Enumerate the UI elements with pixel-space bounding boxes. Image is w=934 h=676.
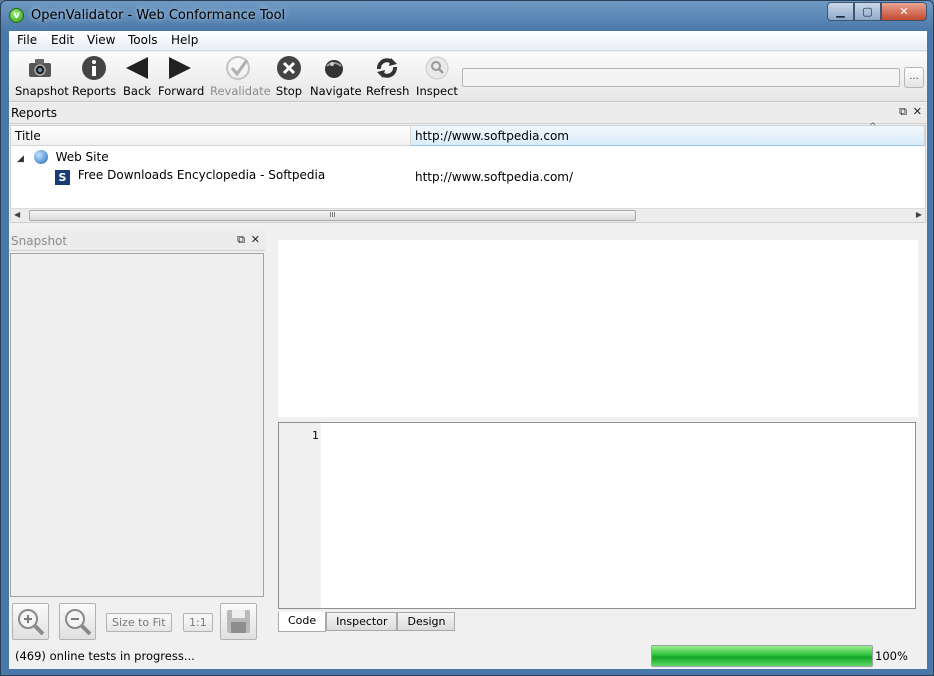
code-editor[interactable]: 1 — [278, 422, 916, 609]
tree-row[interactable]: ◢ Web Site — [17, 150, 417, 168]
refresh-button[interactable]: Refresh — [366, 55, 409, 101]
more-button[interactable]: ... — [904, 67, 924, 88]
close-panel-icon[interactable]: ✕ — [913, 105, 922, 118]
sort-ascending-icon: ^ — [869, 122, 877, 132]
collapse-arrow-icon[interactable]: ◢ — [17, 154, 24, 164]
globe-icon — [33, 150, 48, 164]
zoom-in-icon — [18, 609, 45, 636]
progress-fill — [652, 646, 872, 666]
reports-title: Reports — [11, 106, 58, 120]
menu-file[interactable]: File — [17, 33, 37, 47]
url-input[interactable] — [462, 68, 900, 87]
back-button[interactable]: Back — [122, 55, 152, 101]
forward-arrow-icon — [167, 55, 193, 81]
back-arrow-icon — [124, 55, 150, 81]
view-tabs: Code Inspector Design — [278, 612, 456, 632]
zoom-out-button[interactable] — [59, 603, 96, 640]
line-number-gutter: 1 — [279, 423, 321, 608]
app-logo-icon: v — [9, 8, 24, 23]
progress-label: 100% — [875, 649, 908, 663]
snapshot-header: Snapshot ⧉ ✕ — [9, 231, 265, 251]
maximize-button[interactable]: ▢ — [854, 2, 881, 21]
progress-bar — [651, 645, 873, 667]
navigate-button[interactable]: Navigate — [310, 55, 362, 101]
scrollbar-thumb[interactable]: III — [29, 210, 636, 221]
save-snapshot-button[interactable] — [220, 603, 257, 640]
status-bar: (469) online tests in progress... 100% — [9, 643, 927, 667]
revalidate-button[interactable]: Revalidate — [210, 55, 271, 101]
zoom-controls: Size to Fit 1:1 — [9, 603, 269, 641]
tab-design[interactable]: Design — [397, 612, 456, 631]
status-message: (469) online tests in progress... — [15, 649, 195, 663]
reports-panel: Reports ⧉ ✕ Title http://www.softpedia.c… — [9, 103, 927, 225]
inspect-button[interactable]: Inspect — [416, 55, 458, 101]
save-disk-icon — [227, 610, 250, 633]
horizontal-scrollbar[interactable]: ◀ III ▶ — [11, 208, 925, 222]
scroll-left-icon[interactable]: ◀ — [14, 210, 20, 219]
actual-size-button[interactable]: 1:1 — [183, 613, 213, 632]
menu-view[interactable]: View — [87, 33, 115, 47]
toolbar: Snapshot Reports Back Forward Revalidate… — [9, 52, 927, 102]
window-title: OpenValidator - Web Conformance Tool — [31, 8, 286, 23]
line-number: 1 — [312, 429, 319, 442]
menu-help[interactable]: Help — [171, 33, 198, 47]
site-favicon-icon: S — [55, 170, 70, 185]
zoom-in-button[interactable] — [12, 603, 49, 640]
float-icon[interactable]: ⧉ — [237, 233, 245, 247]
stop-button[interactable]: Stop — [274, 55, 304, 101]
reports-button[interactable]: Reports — [72, 55, 116, 101]
column-header-title[interactable]: Title — [11, 126, 411, 146]
snapshot-view — [10, 253, 264, 597]
title-bar[interactable]: v OpenValidator - Web Conformance Tool ▁… — [1, 1, 933, 31]
refresh-icon — [374, 55, 400, 81]
snapshot-button[interactable]: Snapshot — [15, 55, 69, 101]
stop-icon — [276, 55, 302, 81]
close-button[interactable]: ✕ — [881, 2, 927, 21]
float-icon[interactable]: ⧉ — [899, 105, 907, 119]
forward-button[interactable]: Forward — [158, 55, 204, 101]
scroll-right-icon[interactable]: ▶ — [916, 210, 922, 219]
snapshot-title: Snapshot — [11, 234, 68, 248]
checkmark-icon — [225, 55, 251, 81]
tab-code[interactable]: Code — [278, 612, 327, 632]
info-icon — [81, 55, 107, 81]
main-client: File Edit View Tools Help Snapshot Repor… — [9, 31, 927, 669]
reports-header: Reports ⧉ ✕ — [9, 103, 927, 124]
close-panel-icon[interactable]: ✕ — [251, 233, 260, 246]
app-window: v OpenValidator - Web Conformance Tool ▁… — [0, 0, 934, 676]
camera-icon — [27, 55, 53, 81]
tree-row-url: http://www.softpedia.com/ — [415, 170, 574, 184]
page-preview[interactable] — [278, 240, 918, 417]
menu-tools[interactable]: Tools — [128, 33, 158, 47]
reports-tree[interactable]: Title http://www.softpedia.com ^ ◢ Web S… — [10, 122, 926, 223]
column-header-url[interactable]: http://www.softpedia.com ^ — [411, 122, 925, 146]
size-to-fit-button[interactable]: Size to Fit — [106, 613, 172, 632]
tab-inspector[interactable]: Inspector — [326, 612, 398, 631]
globe-icon — [321, 55, 347, 81]
magnifier-icon — [424, 55, 450, 81]
menu-edit[interactable]: Edit — [51, 33, 74, 47]
menu-bar: File Edit View Tools Help — [9, 31, 927, 51]
snapshot-panel: Snapshot ⧉ ✕ — [9, 231, 265, 597]
tree-row[interactable]: S Free Downloads Encyclopedia - Softpedi… — [55, 168, 415, 186]
zoom-out-icon — [65, 609, 92, 636]
minimize-button[interactable]: ▁ — [827, 2, 854, 21]
